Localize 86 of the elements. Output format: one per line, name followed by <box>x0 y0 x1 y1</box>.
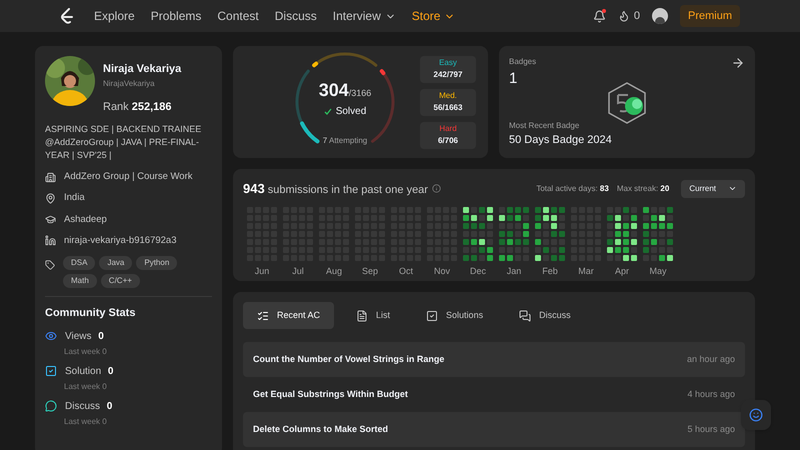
month-label: Nov <box>434 264 450 278</box>
username: NirajaVekariya <box>103 78 156 90</box>
solved-count: 304/3166 <box>318 79 372 102</box>
profile-detail: niraja-vekariya-b916792a3 <box>64 234 176 248</box>
submission-row[interactable]: Get Equal Substrings Within Budget 4 hours ago <box>243 377 745 412</box>
logo-icon <box>60 8 74 24</box>
check-icon <box>324 108 332 116</box>
submissions-summary: 943 submissions in the past one year <box>243 180 428 198</box>
nav-link[interactable]: Explore <box>94 7 135 25</box>
skill-tag[interactable]: Java <box>99 256 132 270</box>
avatar-icon[interactable] <box>652 8 668 24</box>
recent-badge-label: Most Recent Badge <box>509 120 580 132</box>
active-days: Total active days: 83 <box>536 182 609 195</box>
tag-icon <box>45 260 55 270</box>
location-pin-icon <box>45 192 56 204</box>
difficulty-stat: Med. 56/1663 <box>420 88 476 116</box>
building-icon <box>45 172 56 183</box>
month-label: Aug <box>326 264 342 278</box>
attempting-label: 7 Attempting <box>322 135 368 147</box>
submission-time: 4 hours ago <box>687 388 735 401</box>
tab[interactable]: List <box>342 302 404 329</box>
skill-tag[interactable]: Python <box>136 256 178 270</box>
checkbox-icon <box>426 310 438 322</box>
month-label: Dec <box>470 264 486 278</box>
nav-link[interactable]: Discuss <box>274 7 317 25</box>
stat-label: Solution 0 <box>65 364 114 378</box>
submission-row[interactable]: Count the Number of Vowel Strings in Range an hour ago <box>243 342 745 377</box>
month-label: Feb <box>542 264 558 278</box>
month-label: Oct <box>398 264 413 278</box>
problem-title: Delete Columns to Make Sorted <box>253 422 388 436</box>
section-title: Community Stats <box>45 306 136 321</box>
graduation-cap-icon <box>45 214 56 226</box>
max-streak: Max streak: 20 <box>616 182 670 195</box>
skill-tag[interactable]: Math <box>63 274 97 288</box>
submission-row[interactable]: Delete Columns to Make Sorted 5 hours ago <box>243 412 745 447</box>
nav-link[interactable]: Contest <box>217 7 259 25</box>
tab[interactable]: Discuss <box>505 302 585 329</box>
month-label: Jan <box>506 264 522 278</box>
rank-label: Rank 252,186 <box>103 100 173 114</box>
range-dropdown[interactable]: Current <box>681 180 745 198</box>
month-label: Apr <box>614 264 629 278</box>
premium-button[interactable]: Premium <box>680 4 740 28</box>
profile-name: Niraja Vekariya <box>103 62 182 77</box>
checklist-icon <box>257 310 269 322</box>
linkedin-icon <box>45 235 56 246</box>
nav-link[interactable]: Interview <box>332 7 396 25</box>
skill-tag[interactable]: C/C++ <box>100 274 140 288</box>
bio-text: ASPIRING SDE | BACKEND TRAINEE @AddZeroGroup | JAVA | PRE-FINAL-YEAR | SVP'25 | <box>45 123 202 162</box>
stat-label: Views 0 <box>65 330 104 344</box>
stat-sub: Last week 0 <box>64 380 108 392</box>
problem-title: Get Equal Substrings Within Budget <box>253 388 408 401</box>
profile-detail: India <box>64 191 85 206</box>
checkbox-icon <box>45 365 57 377</box>
submission-time: an hour ago <box>686 352 735 366</box>
eye-icon <box>45 330 57 342</box>
tab[interactable]: Recent AC <box>243 302 334 329</box>
stat-sub: Last week 0 <box>64 416 108 428</box>
nav-link[interactable]: Store <box>412 7 456 25</box>
badges-count: 1 <box>509 69 518 89</box>
document-icon <box>356 310 368 322</box>
info-icon[interactable] <box>432 184 441 194</box>
month-label: Sep <box>362 264 378 278</box>
tab[interactable]: Solutions <box>412 302 498 329</box>
stat-label: Discuss 0 <box>65 400 112 414</box>
recent-badge-name: 50 Days Badge 2024 <box>509 132 613 148</box>
difficulty-stat: Hard 6/706 <box>420 122 476 148</box>
problem-title: Count the Number of Vowel Strings in Range <box>253 352 444 366</box>
profile-detail: Ashadeep <box>64 212 107 226</box>
feedback-button[interactable] <box>741 400 771 430</box>
skill-tag[interactable]: DSA <box>63 256 96 270</box>
arrow-right-icon[interactable] <box>731 56 745 70</box>
notification-icon[interactable] <box>592 10 606 22</box>
nav-link[interactable]: Problems <box>150 7 202 25</box>
stat-sub: Last week 0 <box>64 346 108 358</box>
flame-icon <box>618 10 630 22</box>
month-label: Jun <box>254 264 270 278</box>
month-label: Jul <box>292 264 304 278</box>
streak-counter[interactable]: 0 <box>618 8 640 24</box>
submission-time: 5 hours ago <box>687 422 735 436</box>
month-label: May <box>649 264 666 278</box>
profile-detail: AddZero Group | Course Work <box>64 170 192 184</box>
month-label: Mar <box>578 264 594 278</box>
difficulty-stat: Easy 242/797 <box>420 56 476 82</box>
solved-label: Solved <box>336 105 366 119</box>
badges-label: Badges <box>509 56 536 68</box>
badge-icon <box>606 81 648 125</box>
